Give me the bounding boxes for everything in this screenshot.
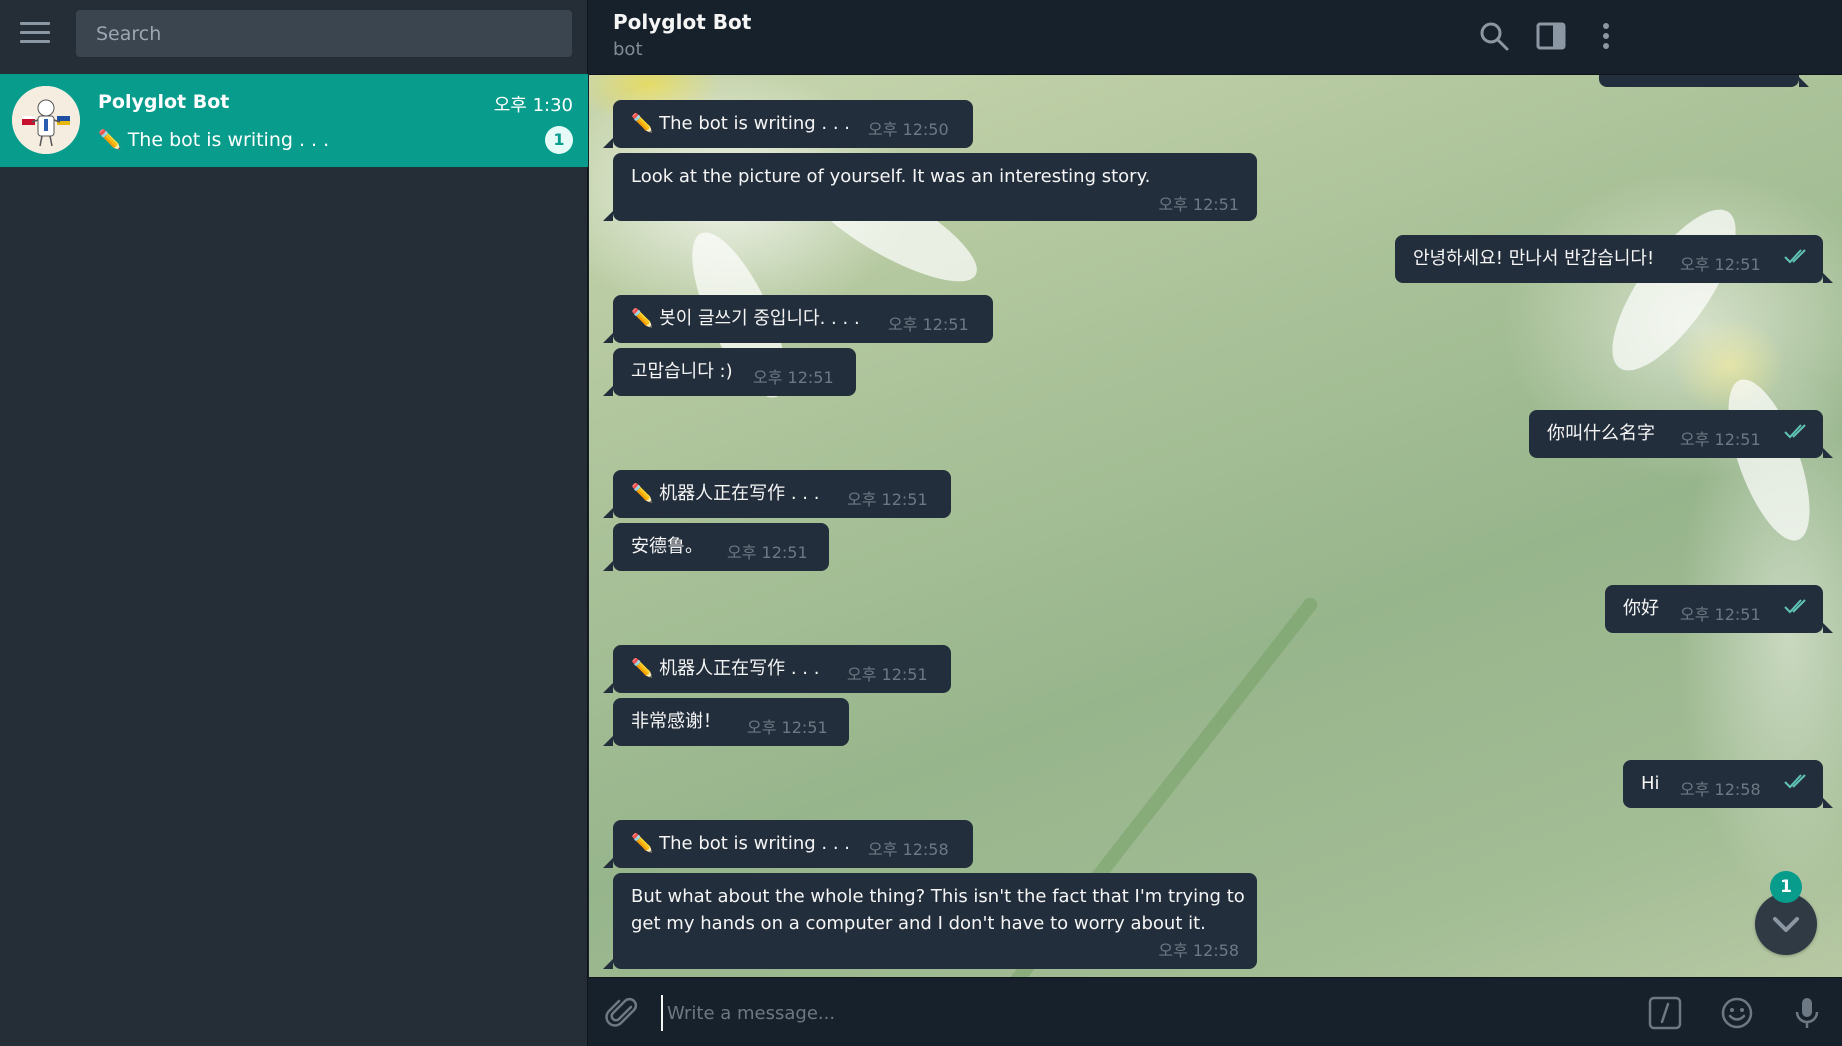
message-time: 오후 12:51 <box>888 315 969 334</box>
message-list[interactable]: ✏️ The bot is writing . . . 오후 12:50 Loo… <box>589 75 1842 977</box>
message-text: 非常感谢！ <box>631 711 721 732</box>
message-time: 오후 12:58 <box>868 840 949 859</box>
chat-header: Polyglot Bot bot <box>589 0 1842 75</box>
sidebar-toggle-icon[interactable] <box>1534 19 1568 53</box>
message-text: Look at the picture of yourself. It was … <box>631 166 1151 187</box>
message-bubble[interactable]: But what about the whole thing? This isn… <box>603 873 1257 969</box>
message-text: ✏️ The bot is writing . . . <box>631 113 850 134</box>
chat-status: bot <box>613 39 643 60</box>
message-text: 你叫什么名字 <box>1547 423 1655 444</box>
message-time: 오후 12:51 <box>847 665 928 684</box>
message-time: 오후 12:50 <box>868 120 949 139</box>
message-text: 안녕하세요! 만나서 반갑습니다! <box>1413 248 1655 269</box>
wallpaper-petal <box>1590 192 1758 388</box>
message-text: 你好 <box>1623 598 1659 619</box>
message-time: 오후 12:51 <box>1680 605 1761 624</box>
message-bubble[interactable]: ✏️ 봇이 글쓰기 중입니다. . . . 오후 12:51 <box>603 295 993 343</box>
message-bubble[interactable]: ✏️ 机器人正在写作 . . . 오후 12:51 <box>603 645 951 693</box>
avatar <box>12 86 80 154</box>
message-composer <box>589 977 1842 1046</box>
wallpaper-petal <box>1711 369 1827 551</box>
hamburger-menu-icon[interactable] <box>20 22 50 48</box>
message-bubble[interactable]: Look at the picture of yourself. It was … <box>603 153 1257 221</box>
message-time: 오후 12:51 <box>747 718 828 737</box>
microphone-icon[interactable] <box>1789 995 1825 1031</box>
message-time: 오후 12:51 <box>847 490 928 509</box>
telegram-app: Polyglot Bot 오후 1:30 ✏️ The bot is writi… <box>0 0 1842 1046</box>
bot-commands-icon[interactable] <box>1647 995 1683 1031</box>
message-bubble-partial <box>1599 75 1809 87</box>
message-bubble-outgoing[interactable]: Hi 오후 12:58 <box>1623 760 1833 808</box>
search-icon[interactable] <box>1477 19 1511 53</box>
chat-name: Polyglot Bot <box>98 91 230 113</box>
message-text: Hi <box>1641 773 1660 794</box>
message-bubble-outgoing[interactable]: 你好 오후 12:51 <box>1605 585 1833 633</box>
message-bubble[interactable]: ✏️ 机器人正在写作 . . . 오후 12:51 <box>603 470 951 518</box>
search-input[interactable] <box>76 10 572 57</box>
message-time: 오후 12:51 <box>753 368 834 387</box>
chat-title[interactable]: Polyglot Bot <box>613 10 751 34</box>
message-text: ✏️ 机器人正在写作 . . . <box>631 658 820 679</box>
message-time: 오후 12:58 <box>1158 941 1239 960</box>
message-time: 오후 12:58 <box>1680 780 1761 799</box>
more-options-icon[interactable] <box>1589 19 1623 53</box>
message-bubble-outgoing[interactable]: 你叫什么名字 오후 12:51 <box>1529 410 1833 458</box>
message-text: 安德鲁。 <box>631 536 703 557</box>
chat-panel: Polyglot Bot bot ✏️ The bot is writing .… <box>589 0 1842 1046</box>
message-time: 오후 12:51 <box>727 543 808 562</box>
message-time: 오후 12:51 <box>1158 195 1239 214</box>
message-bubble[interactable]: 非常感谢！ 오후 12:51 <box>603 698 849 746</box>
chat-preview: ✏️ The bot is writing . . . <box>98 129 330 151</box>
sidebar-header <box>0 0 588 74</box>
message-bubble[interactable]: 安德鲁。 오후 12:51 <box>603 523 829 571</box>
double-check-icon <box>1784 774 1806 789</box>
message-text-line: get my hands on a computer and I don't h… <box>631 913 1206 934</box>
message-bubble[interactable]: 고맙습니다 :) 오후 12:51 <box>603 348 856 396</box>
chat-time: 오후 1:30 <box>493 95 573 116</box>
message-text: ✏️ 机器人正在写作 . . . <box>631 483 820 504</box>
paperclip-icon[interactable] <box>605 995 641 1031</box>
double-check-icon <box>1784 599 1806 614</box>
double-check-icon <box>1784 249 1806 264</box>
sidebar: Polyglot Bot 오후 1:30 ✏️ The bot is writi… <box>0 0 588 1046</box>
message-input[interactable] <box>661 995 1561 1031</box>
chat-list-item-polyglot-bot[interactable]: Polyglot Bot 오후 1:30 ✏️ The bot is writi… <box>0 74 588 167</box>
message-bubble[interactable]: ✏️ The bot is writing . . . 오후 12:58 <box>603 820 973 868</box>
scroll-unread-badge: 1 <box>1770 871 1802 903</box>
emoji-icon[interactable] <box>1719 995 1755 1031</box>
message-text: ✏️ 봇이 글쓰기 중입니다. . . . <box>631 308 860 329</box>
message-text: 고맙습니다 :) <box>631 361 733 382</box>
message-time: 오후 12:51 <box>1680 255 1761 274</box>
message-bubble-outgoing[interactable]: 안녕하세요! 만나서 반갑습니다! 오후 12:51 <box>1395 235 1833 283</box>
message-text-line: But what about the whole thing? This isn… <box>631 886 1245 907</box>
message-time: 오후 12:51 <box>1680 430 1761 449</box>
message-text: ✏️ The bot is writing . . . <box>631 833 850 854</box>
unread-badge: 1 <box>545 126 573 154</box>
message-bubble[interactable]: ✏️ The bot is writing . . . 오후 12:50 <box>603 100 973 148</box>
double-check-icon <box>1784 424 1806 439</box>
